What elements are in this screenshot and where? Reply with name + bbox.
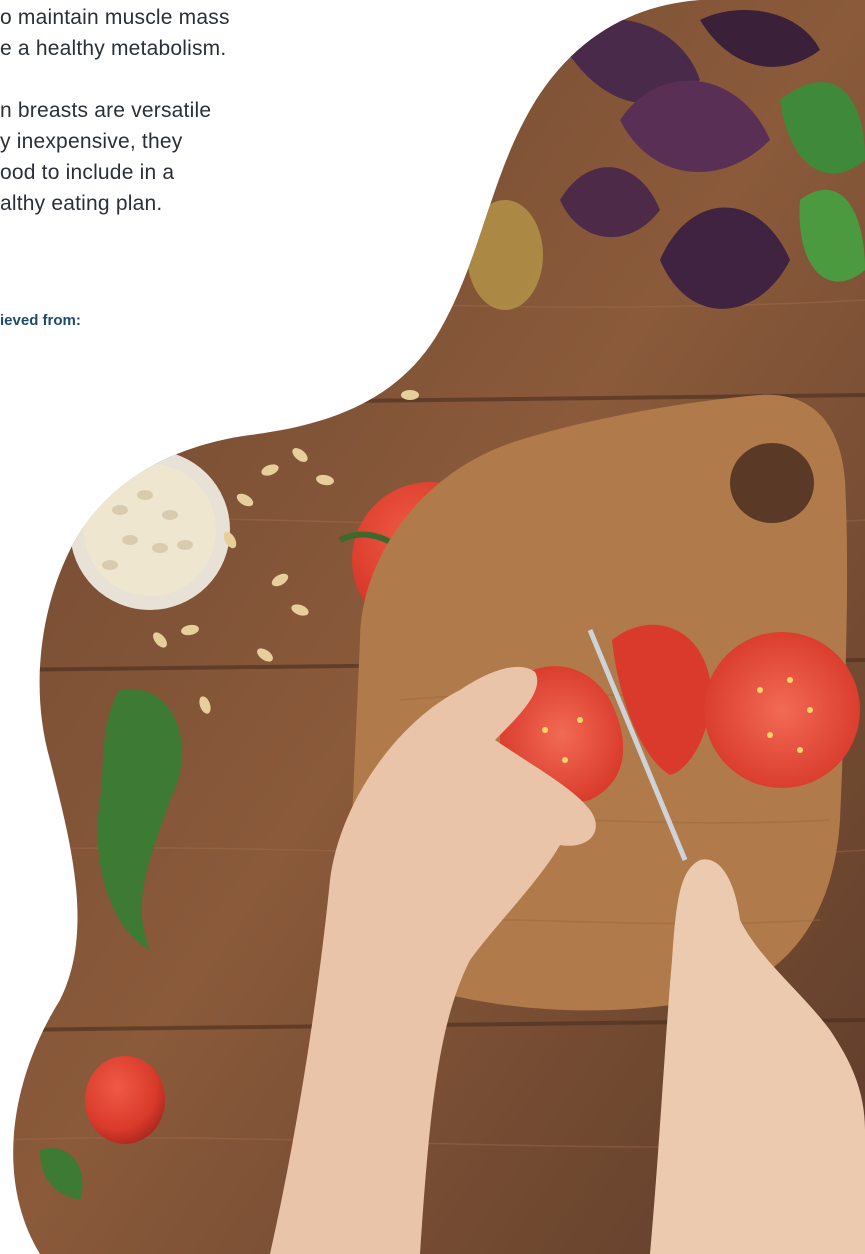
food-photo <box>13 0 865 1254</box>
